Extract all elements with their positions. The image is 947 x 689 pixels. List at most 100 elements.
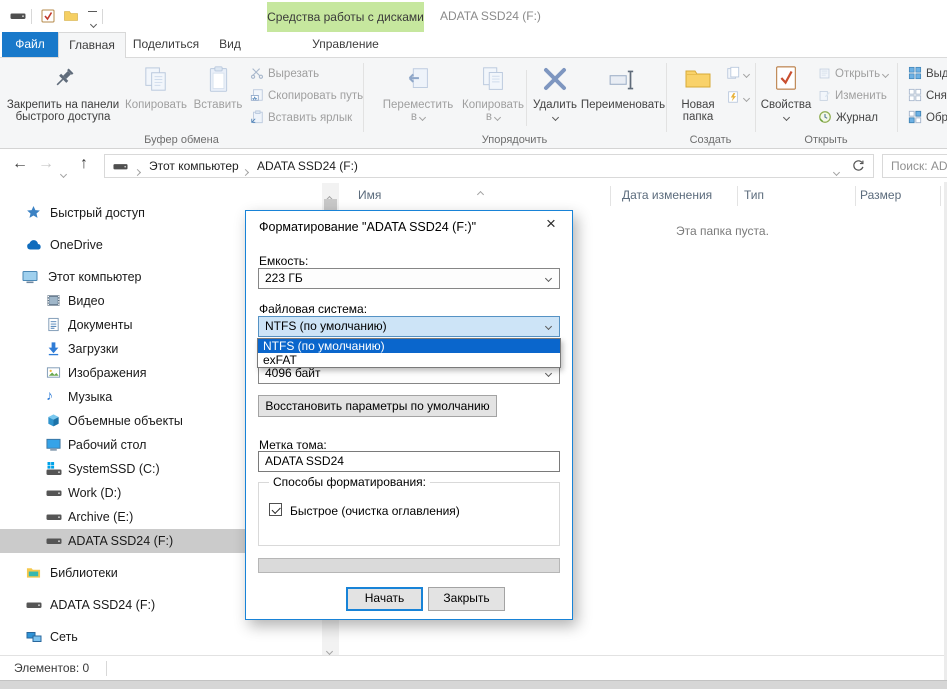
open-button[interactable]: Открыть [818, 65, 888, 83]
easy-access-button[interactable] [726, 89, 749, 107]
paste-shortcut-icon [250, 110, 264, 130]
dropdown-option-ntfs[interactable]: NTFS (по умолчанию) [258, 339, 560, 353]
drive-icon[interactable] [9, 8, 26, 25]
clipboard-group-label: Буфер обмена [0, 134, 363, 146]
address-dropdown-icon[interactable] [834, 164, 839, 178]
volume-label-input[interactable]: ADATA SSD24 [258, 451, 560, 472]
system-drive-icon [46, 461, 62, 477]
search-input[interactable]: Поиск: AD [882, 154, 947, 178]
drive-icon [46, 485, 62, 501]
breadcrumb-chevron-icon[interactable] [135, 164, 140, 178]
column-separator[interactable] [940, 186, 941, 206]
capacity-combobox[interactable]: 223 ГБ [258, 268, 560, 289]
sidebar-item-network[interactable]: Сеть [0, 625, 340, 649]
properties-button[interactable]: Свойства [760, 62, 812, 123]
tab-manage[interactable]: Управление [267, 32, 424, 57]
column-header-name[interactable]: Имя [358, 188, 381, 202]
deselect-button[interactable]: Сня [908, 87, 947, 105]
dropdown-chevron-icon [419, 114, 426, 121]
create-group-label: Создать [666, 134, 755, 146]
tab-view[interactable]: Вид [206, 32, 254, 57]
dropdown-chevron-icon [782, 114, 789, 121]
forward-arrow-icon[interactable]: → [38, 155, 54, 173]
refresh-icon[interactable] [851, 159, 865, 176]
column-separator[interactable] [855, 186, 856, 206]
dropdown-option-exfat[interactable]: exFAT [258, 353, 560, 367]
move-to-icon [380, 65, 456, 99]
copy-button[interactable]: Копировать [124, 62, 188, 111]
paste-shortcut-button[interactable]: Вставить ярлык [250, 109, 352, 127]
breadcrumb-current-drive[interactable]: ADATA SSD24 (F:) [251, 155, 364, 177]
column-header-type[interactable]: Тип [744, 188, 764, 202]
sort-ascending-icon [478, 184, 483, 202]
breadcrumb-chevron-icon[interactable] [243, 164, 248, 178]
back-arrow-icon[interactable]: ← [12, 155, 28, 173]
column-separator[interactable] [737, 186, 738, 206]
format-options-groupbox: Способы форматирования: Быстрое (очистка… [258, 482, 560, 546]
restore-defaults-button[interactable]: Восстановить параметры по умолчанию [258, 395, 497, 417]
breadcrumb-this-pc[interactable]: Этот компьютер [143, 155, 245, 177]
monitor-icon [22, 269, 38, 285]
rename-icon [580, 65, 666, 99]
select-all-icon [908, 66, 922, 86]
column-header-date[interactable]: Дата изменения [622, 188, 712, 202]
new-item-button[interactable] [726, 65, 749, 83]
new-folder-button[interactable]: Новая папка [672, 62, 724, 123]
tab-share[interactable]: Поделиться [126, 32, 206, 57]
invert-selection-button[interactable]: Обр [908, 109, 947, 127]
column-header-size[interactable]: Размер [860, 188, 901, 202]
title-bar: Средства работы с дисками ADATA SSD24 (F… [0, 0, 947, 32]
volume-label-label: Метка тома: [259, 438, 327, 452]
select-all-button[interactable]: Выд [908, 65, 947, 83]
music-note-icon: ♪ [46, 387, 62, 403]
status-bar: Элементов: 0 [0, 655, 947, 680]
move-to-button[interactable]: Переместить в [380, 62, 456, 123]
tab-home[interactable]: Главная [58, 32, 126, 58]
organize-group-label: Упорядочить [363, 134, 666, 146]
tab-file[interactable]: Файл [2, 32, 58, 57]
statusbar-separator [106, 661, 107, 676]
format-dialog: Форматирование "ADATA SSD24 (F:)" × Емко… [245, 210, 573, 620]
quick-format-checkbox[interactable] [269, 503, 282, 516]
mini-separator [526, 70, 527, 126]
start-button[interactable]: Начать [346, 587, 423, 611]
drive-icon [26, 597, 42, 613]
column-separator[interactable] [610, 186, 611, 206]
delete-x-icon [530, 65, 580, 99]
edit-button[interactable]: Изменить [818, 87, 887, 105]
copy-to-button[interactable]: Копировать в [458, 62, 528, 123]
close-button[interactable]: Закрыть [428, 587, 505, 611]
pin-to-quick-access-button[interactable]: Закрепить на панели быстрого доступа [2, 62, 124, 123]
deselect-icon [908, 88, 922, 108]
format-progress-bar [258, 558, 560, 573]
dropdown-chevron-icon [743, 95, 750, 102]
open-icon [818, 67, 831, 86]
history-button[interactable]: Журнал [818, 109, 878, 127]
combo-chevron-icon [545, 323, 552, 330]
close-icon[interactable]: × [530, 211, 572, 239]
combo-chevron-icon [545, 275, 552, 282]
new-folder-icon [672, 65, 724, 99]
recent-locations-icon[interactable] [61, 164, 66, 182]
dropdown-chevron-icon [494, 114, 501, 121]
delete-button[interactable]: Удалить [530, 62, 580, 123]
qat-dropdown-icon[interactable] [84, 11, 101, 28]
copy-path-button[interactable]: Скопировать путь [250, 87, 363, 105]
window-title: ADATA SSD24 (F:) [440, 9, 541, 23]
picture-icon [46, 365, 62, 381]
edit-icon [818, 89, 831, 108]
folder-icon[interactable] [62, 8, 79, 25]
address-box[interactable]: Этот компьютер ADATA SSD24 (F:) [104, 154, 874, 178]
dropdown-chevron-icon [882, 71, 889, 78]
rename-button[interactable]: Переименовать [580, 62, 666, 111]
new-item-icon [726, 66, 740, 86]
paste-button[interactable]: Вставить [190, 62, 246, 111]
file-system-dropdown-list: NTFS (по умолчанию) exFAT [257, 338, 561, 368]
up-arrow-icon[interactable]: ↑ [80, 155, 88, 173]
cut-button[interactable]: Вырезать [250, 65, 319, 83]
file-system-combobox[interactable]: NTFS (по умолчанию) [258, 316, 560, 337]
history-clock-icon [818, 110, 832, 130]
open-group-label: Открыть [755, 134, 897, 146]
properties-check-icon[interactable] [39, 8, 56, 25]
group-separator [755, 63, 756, 132]
